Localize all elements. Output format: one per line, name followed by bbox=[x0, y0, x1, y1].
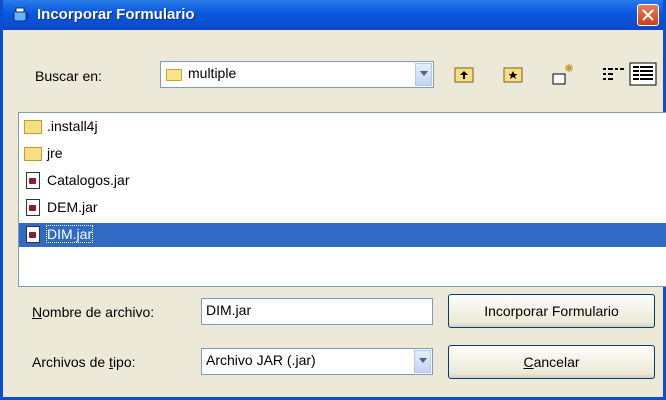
home-folder-icon bbox=[503, 67, 523, 83]
title-bar[interactable]: Incorporar Formulario bbox=[3, 0, 663, 30]
details-view-button[interactable] bbox=[629, 62, 657, 86]
filename-label-accel: N bbox=[32, 304, 43, 320]
file-name: DEM.jar bbox=[47, 199, 98, 215]
filetype-label-post: ipo: bbox=[112, 354, 136, 370]
folder-icon bbox=[24, 120, 42, 134]
file-name: Catalogos.jar bbox=[47, 172, 130, 188]
list-item[interactable]: DEM.jar bbox=[19, 196, 666, 220]
chevron-down-icon bbox=[419, 358, 427, 363]
new-folder-icon bbox=[552, 64, 573, 85]
file-name: .install4j bbox=[47, 118, 98, 134]
file-list[interactable]: .install4j jre Catalogos.jar DEM.jar DIM… bbox=[18, 112, 666, 287]
folder-icon bbox=[166, 69, 182, 81]
up-one-level-icon bbox=[454, 67, 474, 83]
chevron-down-icon bbox=[420, 71, 428, 76]
dropdown-arrow-button[interactable] bbox=[414, 350, 431, 373]
close-button[interactable] bbox=[637, 4, 659, 26]
list-item[interactable]: jre bbox=[19, 142, 666, 166]
list-view-button[interactable] bbox=[600, 62, 626, 86]
look-in-value: multiple bbox=[188, 65, 237, 81]
filename-label: Nombre de archivo: bbox=[32, 304, 154, 320]
details-view-icon bbox=[629, 62, 657, 86]
jar-file-icon bbox=[26, 226, 40, 243]
java-cup-icon bbox=[12, 6, 30, 24]
look-in-combobox[interactable]: multiple bbox=[160, 61, 434, 88]
dropdown-arrow-button[interactable] bbox=[415, 63, 432, 86]
filetype-combobox[interactable]: Archivo JAR (.jar) bbox=[201, 348, 433, 375]
filename-label-text: ombre de archivo: bbox=[42, 304, 155, 320]
file-chooser-dialog: Incorporar Formulario Buscar en: multipl… bbox=[0, 0, 666, 400]
list-item[interactable]: Catalogos.jar bbox=[19, 169, 666, 193]
cancel-button[interactable]: Cancelar bbox=[448, 345, 655, 379]
cancel-text: ancelar bbox=[533, 354, 580, 370]
list-item-selected[interactable]: DIM.jar bbox=[19, 223, 666, 247]
filename-field[interactable] bbox=[201, 298, 433, 325]
jar-file-icon bbox=[26, 199, 40, 216]
cancel-accel: C bbox=[523, 354, 534, 370]
new-folder-button[interactable] bbox=[551, 62, 575, 86]
close-icon bbox=[642, 9, 654, 21]
list-item[interactable]: .install4j bbox=[19, 115, 666, 139]
list-view-icon bbox=[603, 68, 624, 80]
filetype-value: Archivo JAR (.jar) bbox=[206, 352, 316, 368]
window-title: Incorporar Formulario bbox=[37, 6, 195, 23]
file-name: DIM.jar bbox=[45, 225, 94, 243]
folder-icon bbox=[24, 147, 42, 161]
filetype-label: Archivos de tipo: bbox=[32, 354, 136, 370]
filename-input[interactable] bbox=[202, 299, 432, 321]
incorporar-formulario-button[interactable]: Incorporar Formulario bbox=[448, 294, 655, 328]
filetype-label-pre: Archivos de bbox=[32, 354, 110, 370]
jar-file-icon bbox=[26, 172, 40, 189]
look-in-label: Buscar en: bbox=[35, 68, 102, 84]
up-one-level-button[interactable] bbox=[452, 62, 476, 86]
home-folder-button[interactable] bbox=[501, 62, 525, 86]
file-name: jre bbox=[47, 145, 63, 161]
